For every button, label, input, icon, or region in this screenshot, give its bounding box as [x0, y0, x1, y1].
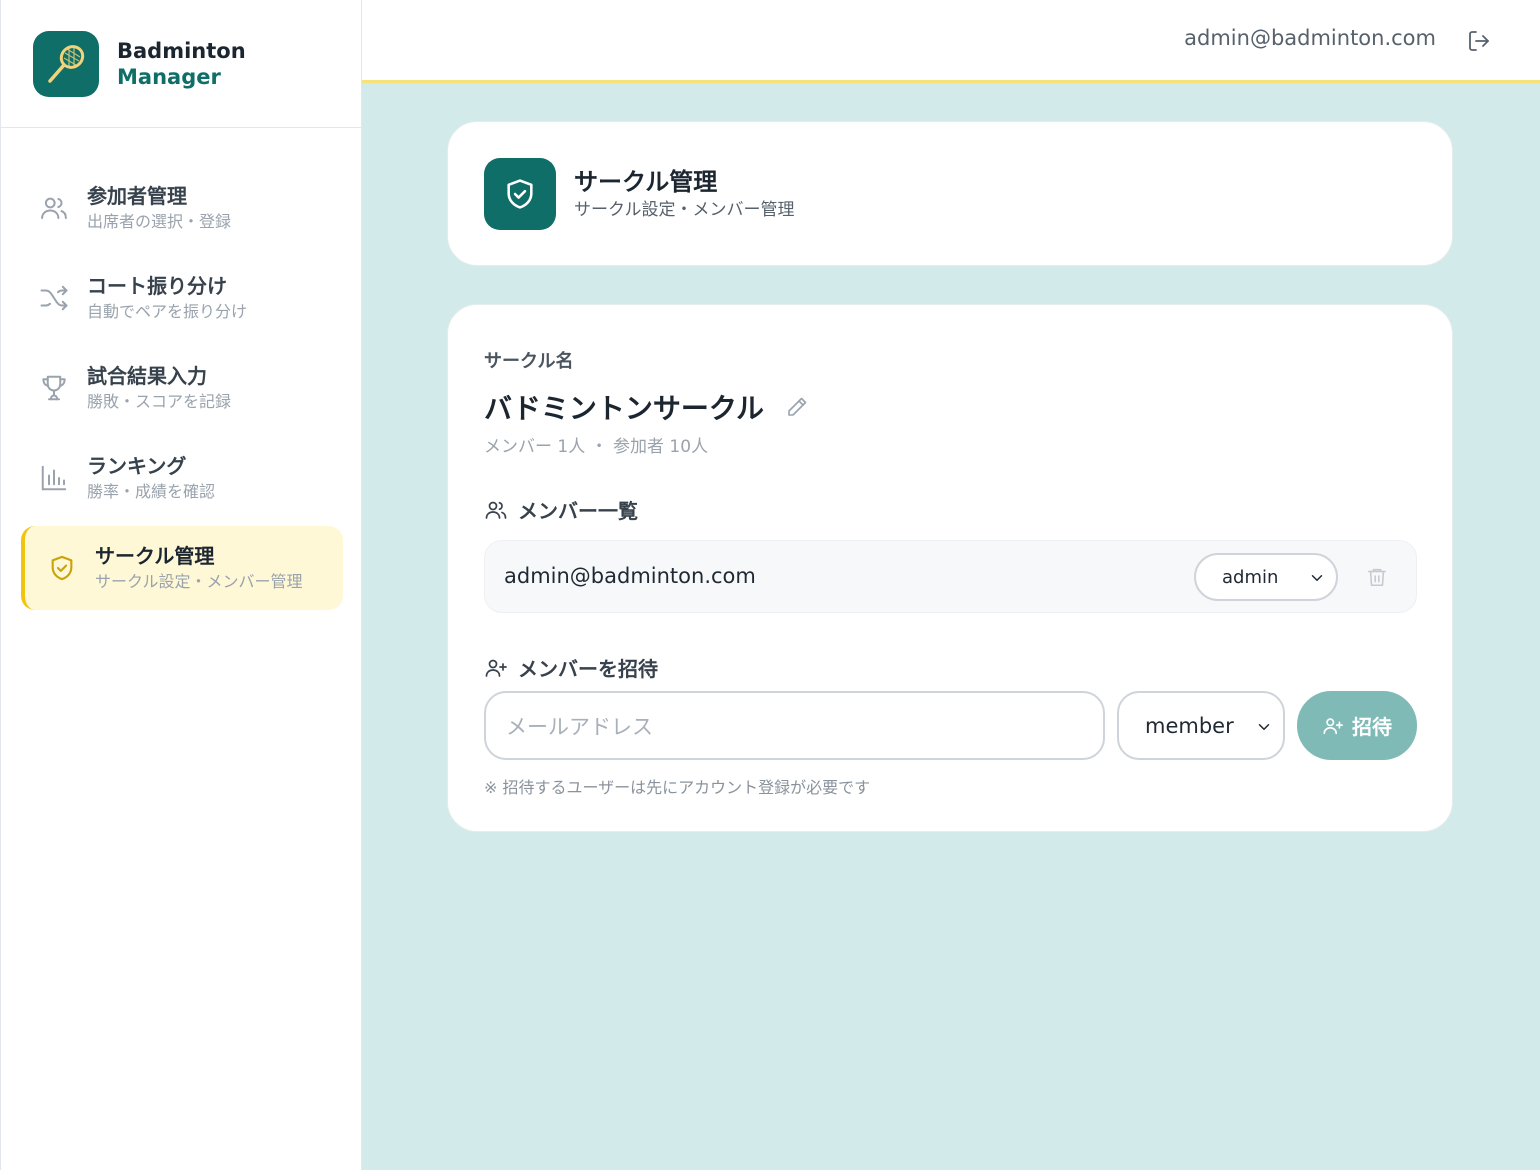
chevron-down-icon: [1311, 575, 1323, 581]
sidebar-item-label: サークル管理: [95, 544, 215, 568]
sidebar-item-match-results[interactable]: 試合結果入力 勝敗・スコアを記録: [21, 346, 343, 430]
sidebar-item-desc: サークル設定・メンバー管理: [95, 572, 303, 591]
brand: Badminton Manager: [1, 0, 361, 128]
brand-name: Badminton: [117, 38, 246, 63]
sidebar-item-label: 試合結果入力: [87, 364, 207, 388]
circle-name-row: バドミントンサークル: [484, 387, 810, 427]
invite-heading: メンバーを招待: [484, 653, 658, 682]
user-plus-icon: [1322, 715, 1344, 737]
invite-note: ※ 招待するユーザーは先にアカウント登録が必要です: [484, 778, 871, 797]
users-icon: [37, 191, 71, 225]
invite-email-placeholder: メールアドレス: [506, 714, 653, 739]
badminton-racket-icon: [33, 30, 99, 97]
member-role-select[interactable]: admin: [1194, 553, 1338, 601]
invite-button-label: 招待: [1352, 715, 1392, 739]
circle-name: バドミントンサークル: [484, 392, 765, 425]
invite-email-input[interactable]: メールアドレス: [484, 691, 1105, 760]
sidebar-item-label: ランキング: [87, 454, 187, 478]
sidebar-item-label: コート振り分け: [87, 274, 227, 298]
member-row: admin@badminton.com admin: [484, 540, 1417, 613]
circle-stats: メンバー 1人 ・ 参加者 10人: [484, 437, 709, 457]
sidebar-item-desc: 勝率・成績を確認: [87, 482, 216, 501]
member-list-heading: メンバー一覧: [484, 495, 638, 524]
shield-check-icon: [484, 157, 556, 230]
bar-chart-icon: [37, 461, 71, 495]
member-role-value: admin: [1222, 566, 1279, 588]
app-root: Badminton Manager 参加者管理 出席者の選択・登録 コート振り分…: [0, 0, 1540, 1170]
chevron-down-icon: [1258, 724, 1270, 730]
pencil-icon[interactable]: [784, 394, 810, 420]
brand-subtitle: Manager: [117, 64, 221, 89]
user-plus-icon: [484, 656, 508, 680]
page-header-card: サークル管理 サークル設定・メンバー管理: [447, 121, 1453, 266]
invite-heading-label: メンバーを招待: [518, 657, 658, 681]
sidebar-item-participants[interactable]: 参加者管理 出席者の選択・登録: [21, 166, 343, 250]
user-email: admin@badminton.com: [1184, 26, 1436, 50]
sidebar-item-label: 参加者管理: [87, 184, 187, 208]
shuffle-icon: [37, 281, 71, 315]
sidebar: Badminton Manager 参加者管理 出席者の選択・登録 コート振り分…: [0, 0, 362, 1170]
member-email: admin@badminton.com: [504, 564, 756, 588]
invite-role-value: member: [1145, 713, 1234, 738]
shield-check-icon: [45, 551, 79, 585]
trophy-icon: [37, 371, 71, 405]
logout-icon[interactable]: [1466, 28, 1492, 54]
invite-role-select[interactable]: member: [1117, 691, 1285, 760]
sidebar-item-desc: 出席者の選択・登録: [87, 212, 232, 231]
circle-settings-card: サークル名 バドミントンサークル メンバー 1人 ・ 参加者 10人 メンバー一…: [447, 304, 1453, 832]
sidebar-item-ranking[interactable]: ランキング 勝率・成績を確認: [21, 436, 343, 520]
sidebar-item-circle-management[interactable]: サークル管理 サークル設定・メンバー管理: [21, 526, 343, 610]
top-header: admin@badminton.com: [362, 0, 1540, 83]
sidebar-item-desc: 勝敗・スコアを記録: [87, 392, 232, 411]
sidebar-nav: 参加者管理 出席者の選択・登録 コート振り分け 自動でペアを振り分け 試合結果入…: [1, 128, 361, 610]
sidebar-item-desc: 自動でペアを振り分け: [87, 302, 248, 321]
page-title: サークル管理: [574, 167, 718, 196]
page-subtitle: サークル設定・メンバー管理: [574, 199, 795, 220]
users-icon: [484, 498, 508, 522]
circle-name-label: サークル名: [484, 351, 574, 372]
sidebar-item-court-assign[interactable]: コート振り分け 自動でペアを振り分け: [21, 256, 343, 340]
invite-button[interactable]: 招待: [1297, 691, 1417, 760]
member-list-heading-label: メンバー一覧: [518, 499, 638, 523]
trash-icon[interactable]: [1365, 565, 1389, 589]
